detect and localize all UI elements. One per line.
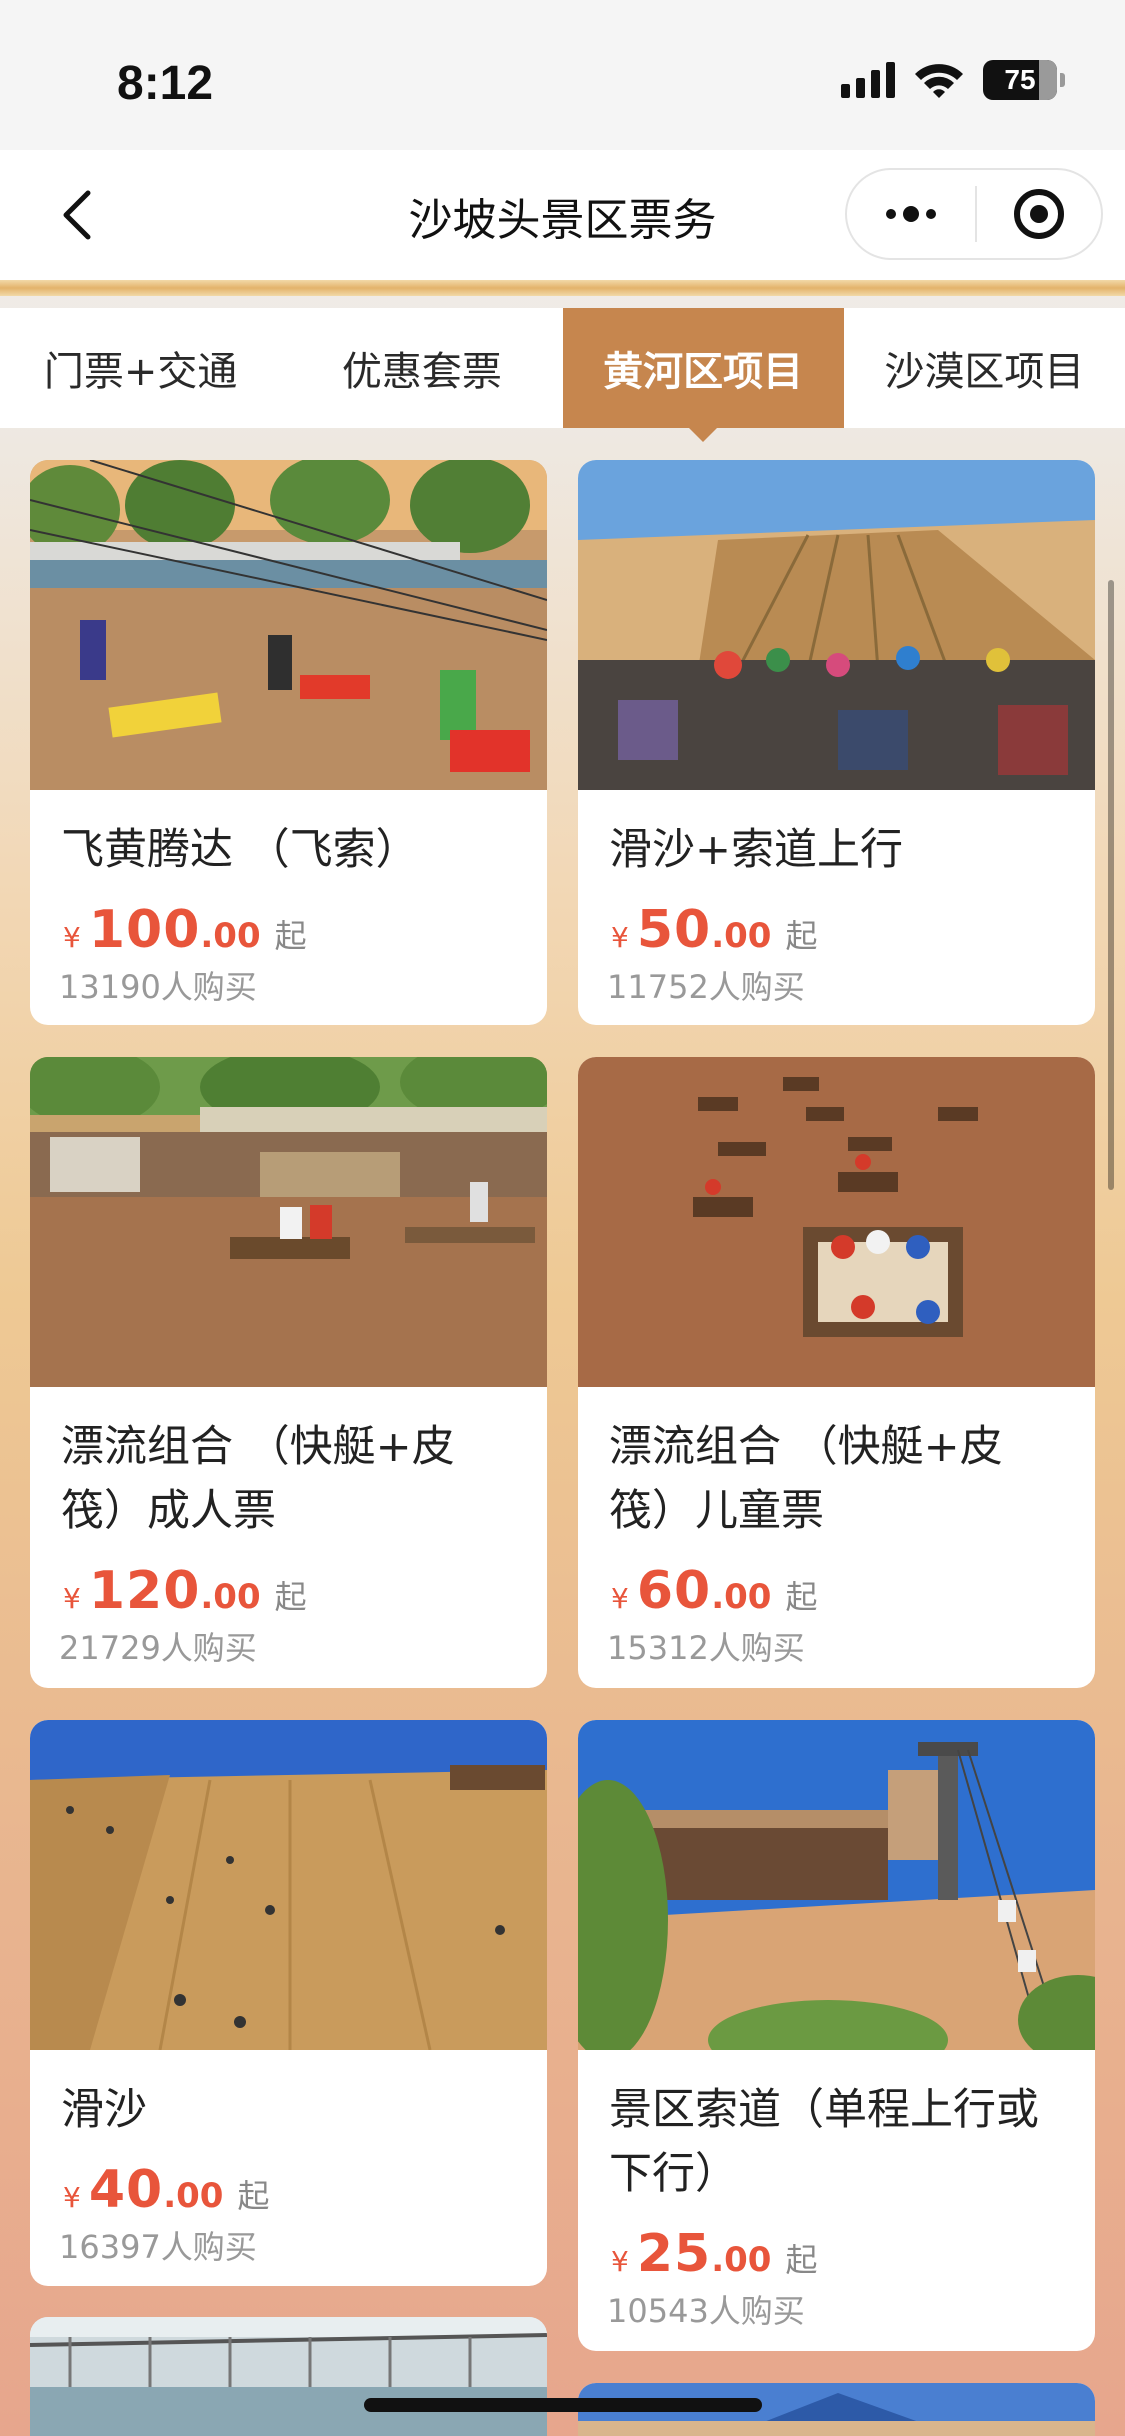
product-card-partial[interactable] (30, 2317, 547, 2436)
price: ¥ 100 .00 起 (63, 900, 547, 960)
price-integer: 50 (636, 900, 712, 960)
currency-symbol: ¥ (611, 1582, 629, 1615)
status-time: 8:12 (117, 57, 214, 110)
close-mini-program-button[interactable] (977, 170, 1101, 258)
price-decimal: .00 (711, 916, 772, 956)
sold-count: 13190人购买 (59, 968, 257, 1006)
currency-symbol: ¥ (63, 2181, 81, 2214)
price-suffix: 起 (274, 917, 307, 955)
sold-count: 11752人购买 (607, 968, 805, 1006)
more-button[interactable] (847, 170, 975, 258)
price-decimal: .00 (200, 916, 261, 956)
product-card[interactable]: 漂流组合 （快艇+皮筏）成人票 ¥ 120 .00 起 21729人购买 (30, 1057, 547, 1688)
product-image (578, 460, 1095, 790)
decorative-strip (0, 280, 1125, 296)
product-image (30, 1057, 547, 1387)
tab-tickets-transport[interactable]: 门票+交通 (0, 308, 281, 428)
currency-symbol: ¥ (63, 1582, 81, 1615)
sold-count: 16397人购买 (59, 2228, 257, 2266)
tab-yellow-river-projects[interactable]: 黄河区项目 (562, 308, 844, 442)
price-suffix: 起 (237, 2177, 270, 2215)
price: ¥ 120 .00 起 (63, 1561, 547, 1621)
product-card[interactable]: 滑沙 ¥ 40 .00 起 16397人购买 (30, 1720, 547, 2286)
status-icons: 75 (841, 60, 1065, 100)
price: ¥ 40 .00 起 (63, 2160, 547, 2220)
signal-icon (841, 62, 895, 98)
product-image (578, 1720, 1095, 2050)
price: ¥ 25 .00 起 (611, 2224, 1095, 2284)
price-integer: 25 (636, 2224, 712, 2284)
category-tabs: 门票+交通 优惠套票 黄河区项目 沙漠区项目 (0, 308, 1125, 442)
price-integer: 120 (88, 1561, 201, 1621)
currency-symbol: ¥ (611, 921, 629, 954)
mini-program-capsule (845, 168, 1103, 260)
target-icon (1014, 189, 1064, 239)
sold-count: 10543人购买 (607, 2292, 805, 2330)
product-card[interactable]: 景区索道（单程上行或下行） ¥ 25 .00 起 10543人购买 (578, 1720, 1095, 2351)
product-name: 滑沙+索道上行 (609, 825, 904, 875)
status-bar: 8:12 75 (0, 0, 1125, 150)
price: ¥ 50 .00 起 (611, 900, 1095, 960)
price-suffix: 起 (785, 917, 818, 955)
price-decimal: .00 (711, 2240, 772, 2280)
price-decimal: .00 (711, 1577, 772, 1617)
product-image (30, 1720, 547, 2050)
price: ¥ 60 .00 起 (611, 1561, 1095, 1621)
currency-symbol: ¥ (63, 921, 81, 954)
battery-icon: 75 (983, 60, 1065, 100)
nav-bar: 沙坡头景区票务 (0, 150, 1125, 280)
product-name: 漂流组合 （快艇+皮筏）儿童票 (609, 1422, 1003, 1536)
price-suffix: 起 (785, 1578, 818, 1616)
product-image (578, 1057, 1095, 1387)
sold-count: 15312人购买 (607, 1629, 805, 1667)
product-image (30, 460, 547, 790)
wifi-icon (913, 61, 965, 99)
product-name: 飞黄腾达 （飞索） (61, 825, 419, 875)
more-dots-icon (903, 206, 919, 222)
price-integer: 100 (88, 900, 201, 960)
product-name: 漂流组合 （快艇+皮筏）成人票 (61, 1422, 455, 1536)
price-suffix: 起 (785, 2241, 818, 2279)
sold-count: 21729人购买 (59, 1629, 257, 1667)
scrollbar[interactable] (1108, 580, 1114, 1190)
battery-level: 75 (1004, 64, 1036, 95)
price-integer: 40 (88, 2160, 164, 2220)
tab-desert-projects[interactable]: 沙漠区项目 (844, 308, 1125, 428)
currency-symbol: ¥ (611, 2245, 629, 2278)
price-decimal: .00 (163, 2176, 224, 2216)
product-card[interactable]: 飞黄腾达 （飞索） ¥ 100 .00 起 13190人购买 (30, 460, 547, 1025)
product-card[interactable]: 漂流组合 （快艇+皮筏）儿童票 ¥ 60 .00 起 15312人购买 (578, 1057, 1095, 1688)
product-card[interactable]: 滑沙+索道上行 ¥ 50 .00 起 11752人购买 (578, 460, 1095, 1025)
product-name: 滑沙 (61, 2085, 147, 2135)
product-name: 景区索道（单程上行或下行） (609, 2085, 1039, 2199)
price-integer: 60 (636, 1561, 712, 1621)
product-image (30, 2317, 547, 2436)
price-suffix: 起 (274, 1578, 307, 1616)
home-indicator (364, 2398, 762, 2412)
price-decimal: .00 (200, 1577, 261, 1617)
tab-discount-packages[interactable]: 优惠套票 (281, 308, 562, 428)
